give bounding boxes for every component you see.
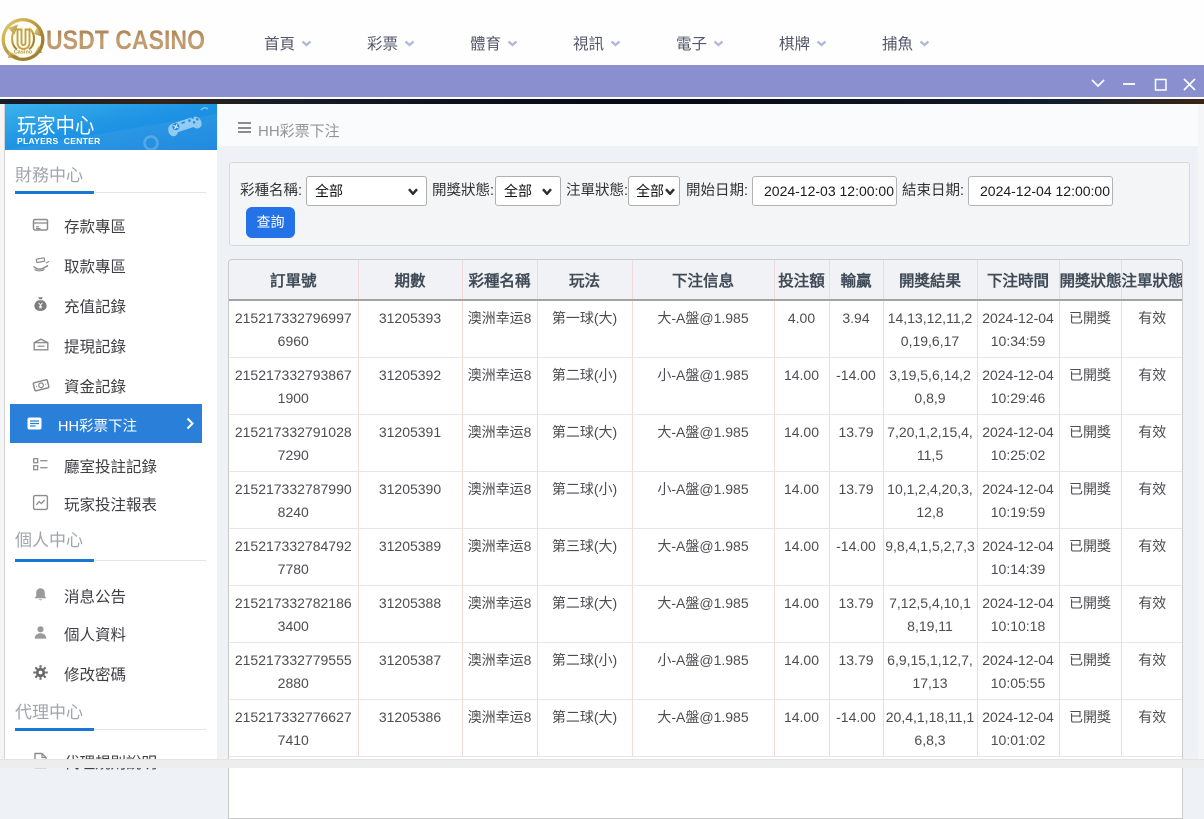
svg-text:Casino: Casino <box>14 50 33 56</box>
